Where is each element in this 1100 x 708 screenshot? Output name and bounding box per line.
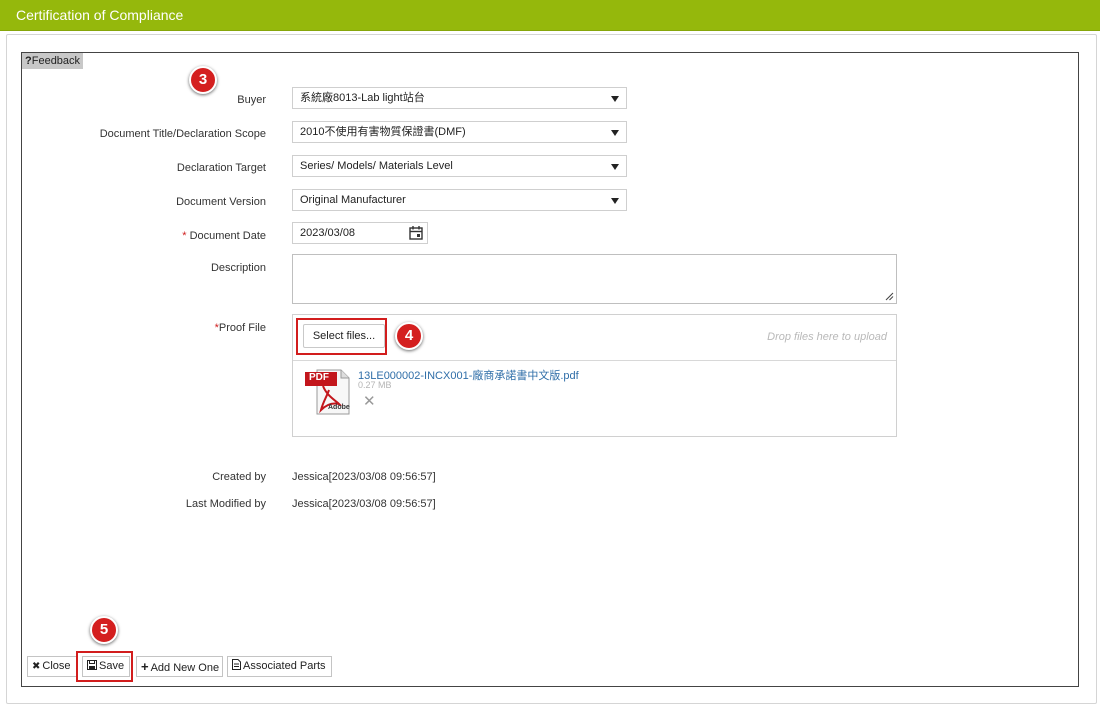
step-badge-5: 5 bbox=[90, 616, 118, 644]
associated-parts-label: Associated Parts bbox=[243, 660, 326, 672]
scope-select[interactable]: 2010不使用有害物質保證書(DMF) bbox=[292, 121, 627, 143]
associated-parts-button[interactable]: Associated Parts bbox=[227, 656, 332, 677]
feedback-label: Feedback bbox=[31, 55, 81, 67]
chevron-down-icon bbox=[611, 96, 619, 102]
date-value: 2023/03/08 bbox=[300, 227, 356, 239]
required-mark: * bbox=[182, 230, 187, 242]
scope-value: 2010不使用有害物質保證書(DMF) bbox=[300, 126, 466, 138]
pdf-badge-text: PDF bbox=[309, 372, 329, 383]
version-label: Document Version bbox=[176, 196, 266, 208]
date-label-text: Document Date bbox=[189, 230, 266, 242]
uploaded-file-size: 0.27 MB bbox=[358, 380, 392, 390]
description-label: Description bbox=[210, 262, 266, 274]
plus-icon: + bbox=[141, 659, 149, 674]
buyer-value: 系統廠8013-Lab light站台 bbox=[300, 92, 425, 104]
pdf-file-icon: PDF Adobe bbox=[303, 366, 353, 418]
step-badge-3: 3 bbox=[189, 66, 217, 94]
pdf-brand-text: Adobe bbox=[328, 404, 350, 411]
add-new-one-label: Add New One bbox=[150, 662, 220, 674]
remove-file-icon[interactable]: ✕ bbox=[363, 394, 376, 409]
date-picker-button[interactable] bbox=[406, 222, 428, 244]
last-modified-label: Last Modified by bbox=[185, 498, 266, 510]
version-value: Original Manufacturer bbox=[300, 194, 406, 206]
created-by-label: Created by bbox=[212, 471, 266, 483]
proof-file-label: *Proof File bbox=[0, 322, 266, 334]
close-label: Close bbox=[42, 660, 71, 672]
feedback-button[interactable]: ?Feedback bbox=[22, 53, 84, 69]
document-date-input[interactable]: 2023/03/08 bbox=[292, 222, 407, 244]
proof-file-label-text: Proof File bbox=[218, 322, 266, 334]
chevron-down-icon bbox=[611, 130, 619, 136]
target-value: Series/ Models/ Materials Level bbox=[300, 160, 453, 172]
annotation-highlight-select-files bbox=[296, 318, 387, 355]
chevron-down-icon bbox=[611, 198, 619, 204]
version-select[interactable]: Original Manufacturer bbox=[292, 189, 627, 211]
last-modified-value: Jessica[2023/03/08 09:56:57] bbox=[292, 498, 436, 510]
target-label: Declaration Target bbox=[176, 162, 266, 174]
chevron-down-icon bbox=[611, 164, 619, 170]
annotation-highlight-save bbox=[76, 651, 133, 682]
step-badge-4: 4 bbox=[395, 322, 423, 350]
buyer-label: Buyer bbox=[237, 94, 266, 106]
drop-hint: Drop files here to upload bbox=[767, 331, 887, 343]
description-textarea[interactable] bbox=[292, 254, 897, 304]
window-title: Certification of Compliance bbox=[0, 0, 1100, 31]
scope-label: Document Title/Declaration Scope bbox=[99, 128, 266, 140]
buyer-select[interactable]: 系統廠8013-Lab light站台 bbox=[292, 87, 627, 109]
target-select[interactable]: Series/ Models/ Materials Level bbox=[292, 155, 627, 177]
feedback-help-icon: ? bbox=[25, 55, 32, 67]
created-by-value: Jessica[2023/03/08 09:56:57] bbox=[292, 471, 436, 483]
calendar-icon bbox=[409, 226, 423, 240]
add-new-one-button[interactable]: + Add New One bbox=[136, 656, 223, 677]
date-label: * Document Date bbox=[0, 230, 266, 242]
close-button[interactable]: ✖ Close bbox=[27, 656, 77, 677]
resize-handle-icon[interactable] bbox=[884, 291, 894, 301]
document-icon bbox=[232, 657, 241, 676]
close-icon: ✖ bbox=[32, 661, 41, 672]
